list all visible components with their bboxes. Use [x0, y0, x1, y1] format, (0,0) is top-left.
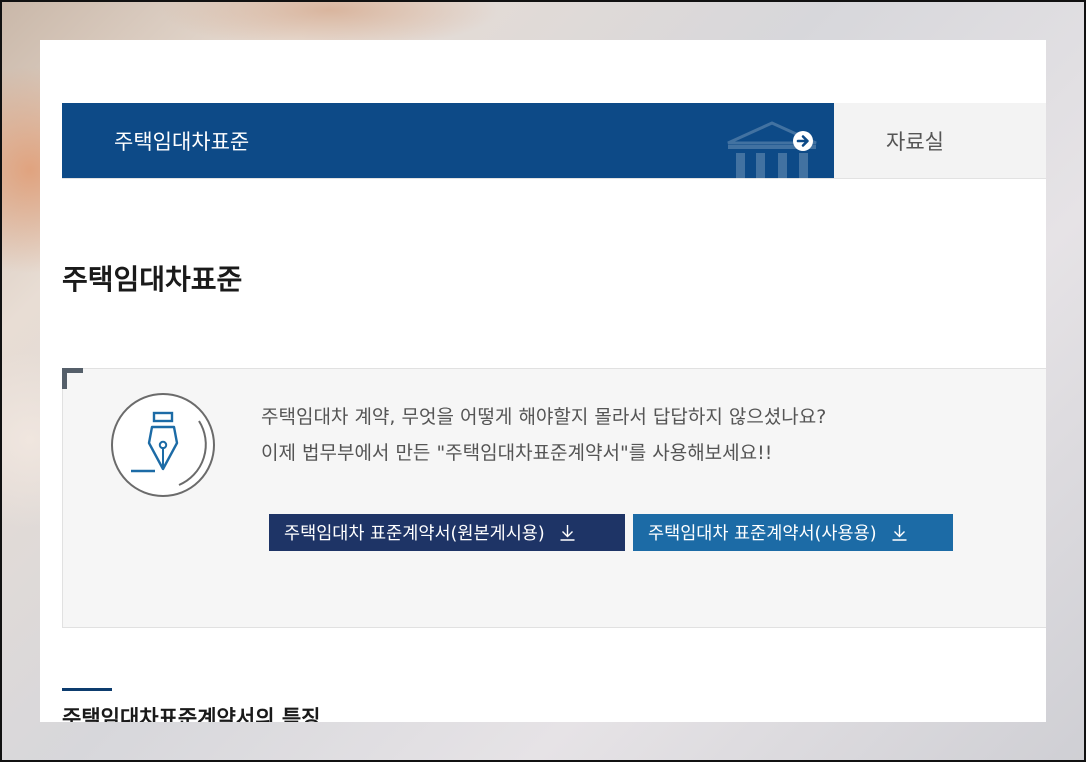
tab-label: 자료실 [886, 129, 944, 154]
info-line-1: 주택임대차 계약, 무엇을 어떻게 해야할지 몰라서 답답하지 않으셨나요? [261, 406, 827, 428]
tab-bar: 주택임대차표준 자료실 [62, 103, 1046, 179]
button-label: 주택임대차 표준계약서(사용용) [648, 524, 877, 544]
tab-archive[interactable]: 자료실 [834, 103, 1046, 178]
download-usage-button[interactable]: 주택임대차 표준계약서(사용용) [633, 514, 953, 551]
download-icon [560, 525, 575, 541]
download-original-posting-button[interactable]: 주택임대차 표준계약서(원본게시용) [269, 514, 625, 551]
button-label: 주택임대차 표준계약서(원본게시용) [284, 524, 545, 544]
section-title: 주택임대차표준계약서의 특징 [62, 706, 321, 722]
page-title: 주택임대차표준 [62, 263, 243, 296]
download-icon [892, 525, 907, 541]
arrow-right-circle-icon [793, 131, 813, 151]
fountain-pen-icon [111, 393, 215, 497]
content-panel: 주택임대차표준 자료실 주택임대차표준 주택임대차 계약, 무엇을 어떻게 해야… [40, 40, 1046, 722]
tab-label: 주택임대차표준 [114, 129, 250, 154]
corner-accent [62, 368, 83, 389]
download-buttons: 주택임대차 표준계약서(원본게시용) 주택임대차 표준계약서(사용용) [269, 514, 953, 551]
section-accent-bar [62, 688, 112, 691]
info-box: 주택임대차 계약, 무엇을 어떻게 해야할지 몰라서 답답하지 않으셨나요? 이… [62, 368, 1046, 628]
info-line-2: 이제 법무부에서 만든 "주택임대차표준계약서"를 사용해보세요!! [261, 442, 773, 464]
info-message: 주택임대차 계약, 무엇을 어떻게 해야할지 몰라서 답답하지 않으셨나요? 이… [261, 399, 826, 471]
tab-housing-lease-standard[interactable]: 주택임대차표준 [62, 103, 834, 179]
